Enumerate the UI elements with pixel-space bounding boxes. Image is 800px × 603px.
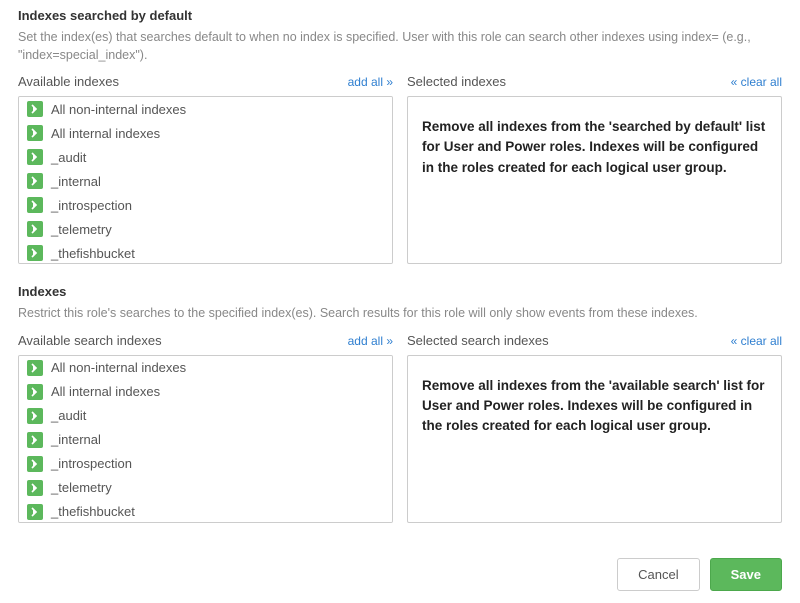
section-indexes: Indexes Restrict this role's searches to… xyxy=(18,284,782,523)
list-item-label: All internal indexes xyxy=(51,126,160,141)
list-item-label: All non-internal indexes xyxy=(51,102,186,117)
selected-column: Selected search indexes « clear all Remo… xyxy=(407,333,782,523)
list-item[interactable]: All non-internal indexes xyxy=(19,356,392,380)
arrow-right-icon xyxy=(27,149,43,165)
available-column: Available indexes add all » All non-inte… xyxy=(18,74,393,264)
list-item-label: _audit xyxy=(51,150,86,165)
arrow-right-icon xyxy=(27,456,43,472)
available-label: Available search indexes xyxy=(18,333,162,348)
arrow-right-icon xyxy=(27,101,43,117)
cancel-button[interactable]: Cancel xyxy=(617,558,699,591)
list-item[interactable]: _audit xyxy=(19,145,392,169)
list-item-label: _internal xyxy=(51,432,101,447)
list-item[interactable]: _telemetry xyxy=(19,217,392,241)
list-item-label: _introspection xyxy=(51,456,132,471)
list-item-label: _thefishbucket xyxy=(51,246,135,261)
list-item-label: _telemetry xyxy=(51,480,112,495)
list-item-label: _audit xyxy=(51,408,86,423)
list-item-label: _telemetry xyxy=(51,222,112,237)
section-description: Restrict this role's searches to the spe… xyxy=(18,305,782,323)
selected-note: Remove all indexes from the 'available s… xyxy=(422,376,767,437)
available-label: Available indexes xyxy=(18,74,119,89)
list-item[interactable]: _thefishbucket xyxy=(19,241,392,264)
list-item[interactable]: All internal indexes xyxy=(19,121,392,145)
selected-note: Remove all indexes from the 'searched by… xyxy=(422,117,767,178)
arrow-right-icon xyxy=(27,245,43,261)
arrow-right-icon xyxy=(27,221,43,237)
list-item[interactable]: _audit xyxy=(19,404,392,428)
list-item-label: _internal xyxy=(51,174,101,189)
arrow-right-icon xyxy=(27,384,43,400)
list-item-label: _introspection xyxy=(51,198,132,213)
arrow-right-icon xyxy=(27,432,43,448)
clear-all-link[interactable]: « clear all xyxy=(731,75,782,89)
list-item[interactable]: _telemetry xyxy=(19,476,392,500)
add-all-link[interactable]: add all » xyxy=(348,75,393,89)
list-item[interactable]: _introspection xyxy=(19,452,392,476)
section-title: Indexes searched by default xyxy=(18,8,782,23)
list-item[interactable]: _introspection xyxy=(19,193,392,217)
section-description: Set the index(es) that searches default … xyxy=(18,29,782,64)
clear-all-link[interactable]: « clear all xyxy=(731,334,782,348)
save-button[interactable]: Save xyxy=(710,558,782,591)
arrow-right-icon xyxy=(27,480,43,496)
selected-column: Selected indexes « clear all Remove all … xyxy=(407,74,782,264)
available-column: Available search indexes add all » All n… xyxy=(18,333,393,523)
list-item[interactable]: _internal xyxy=(19,169,392,193)
list-item-label: _thefishbucket xyxy=(51,504,135,519)
selected-label: Selected indexes xyxy=(407,74,506,89)
footer-buttons: Cancel Save xyxy=(617,558,782,591)
list-item[interactable]: All internal indexes xyxy=(19,380,392,404)
arrow-right-icon xyxy=(27,197,43,213)
list-item-label: All non-internal indexes xyxy=(51,360,186,375)
arrow-right-icon xyxy=(27,504,43,520)
selected-list: Remove all indexes from the 'searched by… xyxy=(407,96,782,264)
available-list[interactable]: All non-internal indexes All internal ind… xyxy=(18,96,393,264)
arrow-right-icon xyxy=(27,408,43,424)
arrow-right-icon xyxy=(27,360,43,376)
list-item-label: All internal indexes xyxy=(51,384,160,399)
section-indexes-default: Indexes searched by default Set the inde… xyxy=(18,8,782,264)
arrow-right-icon xyxy=(27,125,43,141)
list-item[interactable]: _internal xyxy=(19,428,392,452)
arrow-right-icon xyxy=(27,173,43,189)
selected-list: Remove all indexes from the 'available s… xyxy=(407,355,782,523)
selected-label: Selected search indexes xyxy=(407,333,549,348)
dual-list: Available search indexes add all » All n… xyxy=(18,333,782,523)
dual-list: Available indexes add all » All non-inte… xyxy=(18,74,782,264)
list-item[interactable]: All non-internal indexes xyxy=(19,97,392,121)
section-title: Indexes xyxy=(18,284,782,299)
list-item[interactable]: _thefishbucket xyxy=(19,500,392,523)
available-list[interactable]: All non-internal indexes All internal ind… xyxy=(18,355,393,523)
add-all-link[interactable]: add all » xyxy=(348,334,393,348)
